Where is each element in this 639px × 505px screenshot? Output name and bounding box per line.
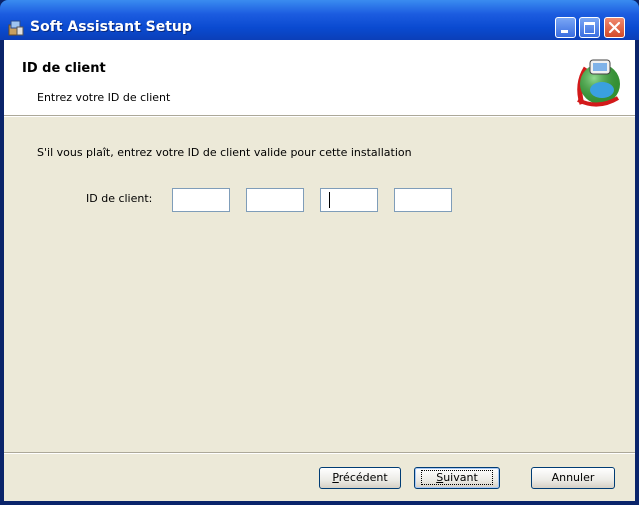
previous-label: récédent bbox=[338, 471, 388, 484]
close-icon bbox=[608, 21, 621, 34]
header-banner: ID de client Entrez votre ID de client bbox=[4, 40, 635, 115]
close-button[interactable] bbox=[604, 17, 625, 38]
previous-button[interactable]: Précédent bbox=[319, 467, 401, 489]
setup-window: Soft Assistant Setup ID de client Entrez… bbox=[0, 0, 639, 505]
client-id-field-1[interactable] bbox=[172, 188, 230, 212]
instruction-text: S'il vous plaît, entrez votre ID de clie… bbox=[37, 146, 412, 159]
globe-logo-icon bbox=[577, 59, 620, 107]
client-id-label: ID de client: bbox=[86, 192, 153, 205]
next-focus: Suivant bbox=[421, 470, 493, 485]
banner-title: ID de client bbox=[22, 61, 106, 76]
installer-icon bbox=[8, 20, 24, 36]
text-caret bbox=[329, 192, 330, 208]
cancel-button[interactable]: Annuler bbox=[531, 467, 615, 489]
maximize-button[interactable] bbox=[579, 17, 600, 38]
dialog-client: ID de client Entrez votre ID de client S… bbox=[4, 40, 635, 501]
client-id-field-4[interactable] bbox=[394, 188, 452, 212]
next-button[interactable]: Suivant bbox=[414, 467, 500, 489]
title-bar[interactable]: Soft Assistant Setup bbox=[0, 0, 639, 40]
banner-subtitle: Entrez votre ID de client bbox=[37, 91, 171, 104]
client-id-field-2[interactable] bbox=[246, 188, 304, 212]
content-area bbox=[4, 117, 635, 454]
next-label: uivant bbox=[443, 471, 478, 484]
window-title: Soft Assistant Setup bbox=[30, 19, 192, 35]
minimize-button[interactable] bbox=[555, 17, 576, 38]
